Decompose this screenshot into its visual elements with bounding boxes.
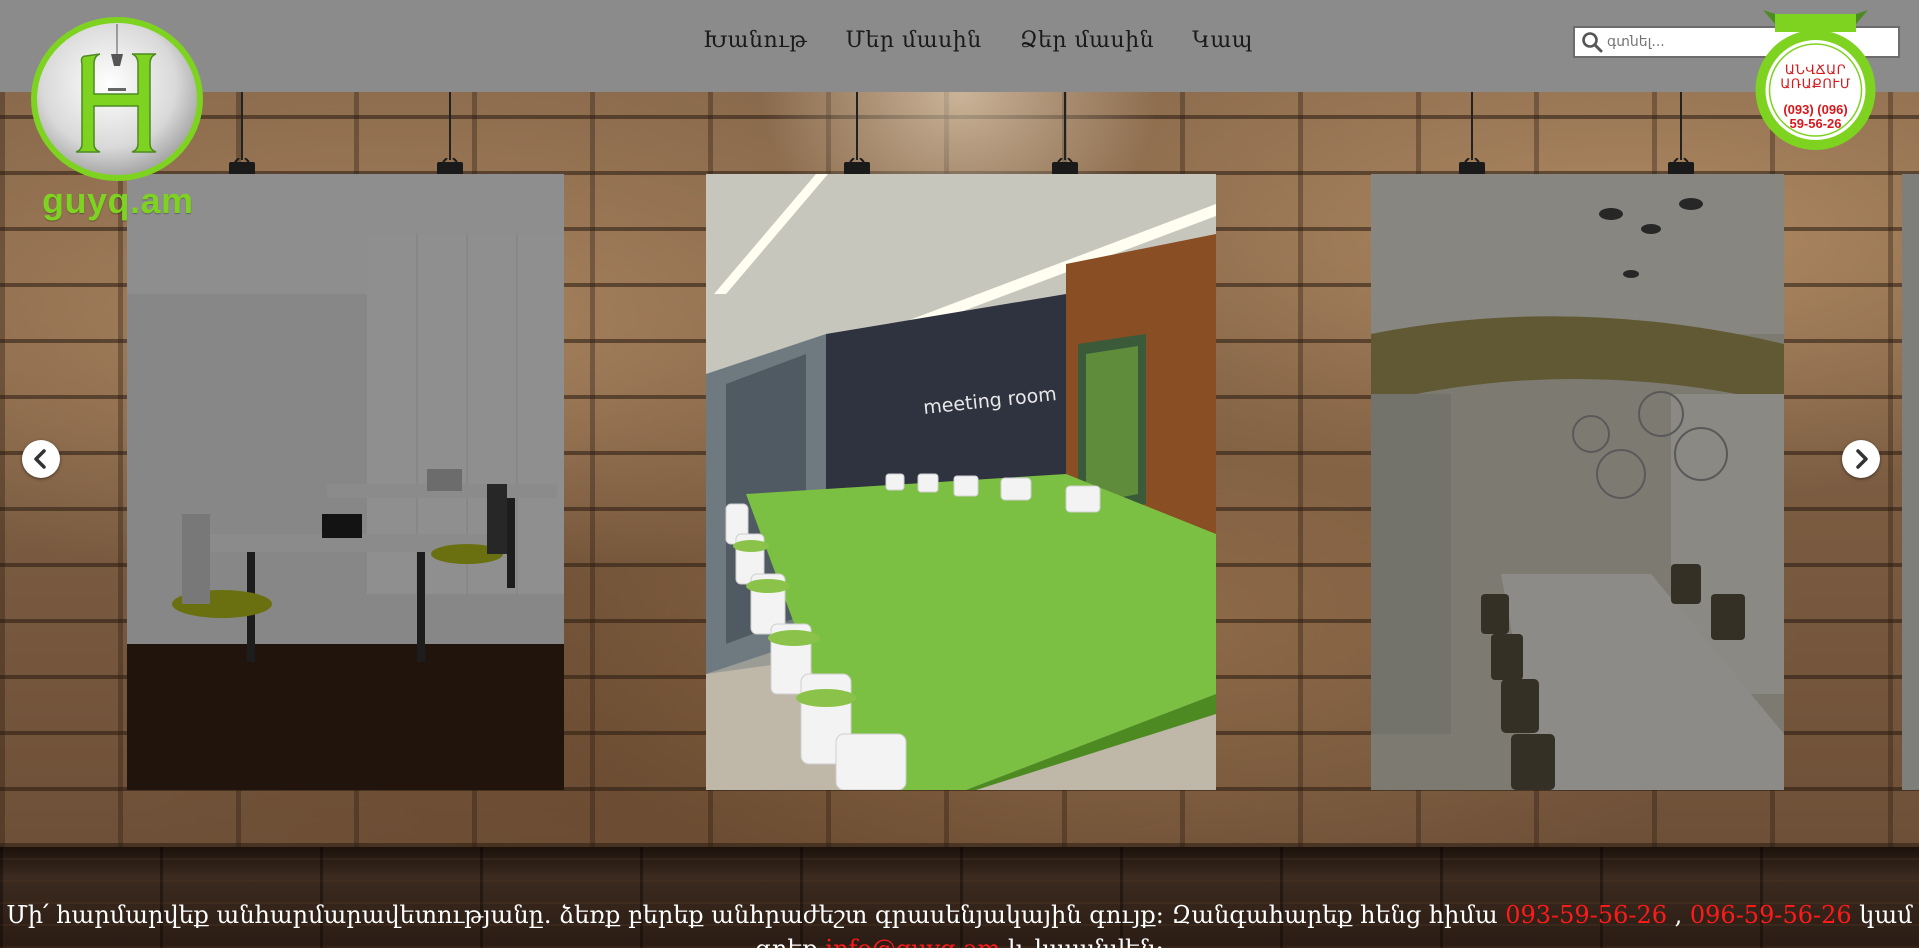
email-link[interactable]: info@guyq.am [825, 935, 1000, 948]
meeting-room-image: meeting room [706, 174, 1216, 790]
promo-text-part: գրեք [755, 935, 825, 948]
promo-text: Մի՛ հարմարվեք անհարմարավետությանը. ձեռք … [0, 898, 1919, 948]
hanging-wire [1680, 92, 1682, 160]
nav-about-you[interactable]: Ձեր մասին [1020, 28, 1154, 53]
search-icon[interactable] [1579, 29, 1605, 55]
promo-text-part: կամ [1851, 901, 1913, 929]
logo-wordmark[interactable]: guyq.am [42, 180, 194, 222]
hanging-wire [449, 92, 451, 160]
hanging-wire [856, 92, 858, 160]
slide-dim-overlay [127, 174, 564, 790]
slide-meeting-room[interactable]: meeting room [706, 174, 1216, 790]
slide-conference-room[interactable] [1371, 174, 1784, 790]
promo-text-part: և կապնվեն: [1000, 935, 1164, 948]
phone-link-096[interactable]: 096-59-56-26 [1690, 901, 1852, 929]
logo-h-emblem-icon [31, 17, 203, 181]
slide-dim-overlay [1371, 174, 1784, 790]
slider-next-button[interactable] [1842, 440, 1880, 478]
chevron-left-icon [34, 449, 46, 469]
nav-contact[interactable]: Կապ [1192, 28, 1253, 53]
promo-separator: , [1667, 901, 1690, 929]
hanging-wire [1064, 92, 1066, 160]
slider-prev-button[interactable] [22, 440, 60, 478]
badge-phone-number: 59-56-26 [1789, 116, 1842, 131]
phone-link-093[interactable]: 093-59-56-26 [1505, 901, 1667, 929]
chevron-right-icon [1856, 449, 1868, 469]
promo-text-part: Մի՛ հարմարվեք անհարմարավետությանը. ձեռք … [6, 901, 1506, 929]
free-delivery-badge[interactable]: ԱՆՎՃԱՐ ԱՌԱՔՈՒՄ (093) (096) 59-56-26 [1753, 10, 1878, 160]
slide-office-workspace[interactable] [127, 174, 564, 790]
main-nav: Խանութ Մեր մասին Ձեր մասին Կապ [703, 28, 1253, 53]
site-header: Խանութ Մեր մասին Ձեր մասին Կապ [0, 0, 1919, 92]
hanging-wire [241, 92, 243, 160]
slide-next-edge [1902, 174, 1919, 790]
site-logo[interactable] [28, 14, 206, 184]
hanging-wire [1471, 92, 1473, 160]
badge-phone-codes: (093) (096) [1783, 102, 1848, 117]
badge-delivery-label: ԱՌԱՔՈՒՄ [1780, 76, 1851, 91]
nav-shop[interactable]: Խանութ [703, 28, 807, 53]
nav-about-us[interactable]: Մեր մասին [845, 28, 981, 53]
